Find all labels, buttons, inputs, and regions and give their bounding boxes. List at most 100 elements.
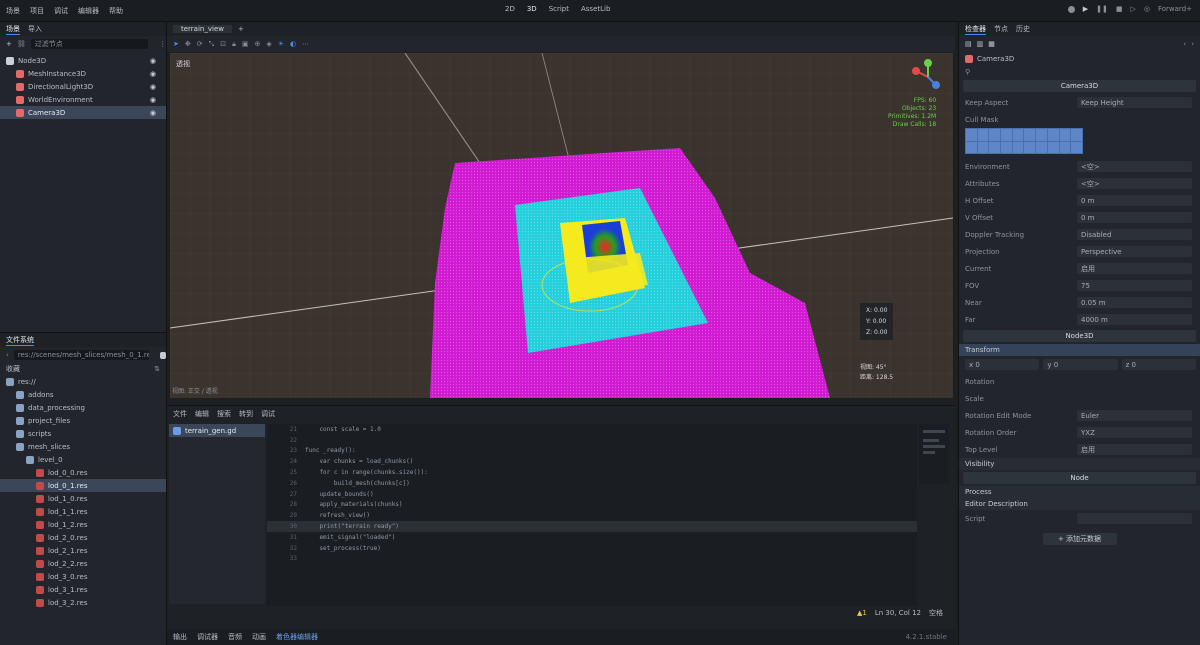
code-line[interactable]: 22 (267, 435, 917, 446)
property-value[interactable]: Disabled (1077, 229, 1192, 240)
property-value[interactable]: 启用 (1077, 263, 1192, 274)
scale-tool-icon[interactable]: ⤡ (209, 40, 215, 49)
property-value[interactable]: 75 (1077, 280, 1192, 291)
cull-mask-layer[interactable] (1071, 141, 1082, 153)
inspector-filter-icon[interactable]: ⚲ (965, 68, 970, 76)
script-menu-item[interactable]: 搜索 (217, 409, 231, 419)
script-resource-picker[interactable] (1077, 513, 1192, 524)
search-icon[interactable] (1067, 5, 1075, 13)
cull-mask-layer[interactable] (1024, 129, 1036, 141)
favorites-label[interactable]: 收藏 (6, 364, 20, 374)
cull-mask-layer[interactable] (1036, 129, 1047, 141)
split-view-icon[interactable] (160, 351, 166, 359)
process-subsection[interactable]: Process (959, 486, 1200, 498)
visibility-eye-icon[interactable]: ◉ (150, 83, 156, 91)
file-item[interactable]: lod_2_2.res (0, 557, 166, 570)
inspector-tab[interactable]: 节点 (994, 24, 1008, 34)
code-line[interactable]: 23 func _ready(): (267, 446, 917, 457)
menu-item-1[interactable]: 项目 (30, 6, 44, 16)
code-line[interactable]: 27 update_bounds() (267, 489, 917, 500)
folder-item[interactable]: res:// (0, 375, 166, 388)
scene-dock-tab-0[interactable]: 场景 (6, 24, 20, 35)
renderer-label[interactable]: Forward+ (1158, 5, 1192, 13)
3d-viewport[interactable]: 透视 FPS: 60 Objects: 23 Primitives: 1.2M Dra… (170, 53, 953, 398)
sort-icon[interactable]: ⇅ (154, 365, 160, 373)
cull-mask-layer[interactable] (1012, 141, 1024, 153)
bottom-tab[interactable]: 音频 (228, 632, 242, 642)
script-menu-item[interactable]: 调试 (261, 409, 275, 419)
workspace-tab-0[interactable]: 2D (505, 5, 515, 13)
workspace-tab-2[interactable]: Script (549, 5, 569, 13)
local-space-icon[interactable]: ◈ (266, 40, 271, 48)
code-editor[interactable]: 21 const scale = 1.0 22 23 func _ready(): 24… (267, 424, 917, 606)
visibility-eye-icon[interactable]: ◉ (150, 57, 156, 65)
property-value[interactable]: 0 m (1077, 195, 1192, 206)
add-scene-tab-button[interactable]: + (238, 25, 244, 33)
cull-mask-layer[interactable] (977, 141, 989, 153)
bottom-tab[interactable]: 调试器 (197, 632, 218, 642)
lock-icon[interactable]: 🔒︎ (232, 40, 236, 49)
scene-tab[interactable]: terrain_view (173, 25, 232, 33)
move-tool-icon[interactable]: ✥ (185, 40, 191, 48)
bottom-tab[interactable]: 输出 (173, 632, 187, 642)
cull-mask-layer[interactable] (1036, 141, 1047, 153)
cull-mask-layer[interactable] (1012, 129, 1024, 141)
environment-icon[interactable]: ◐ (290, 40, 296, 48)
filesystem-path-input[interactable]: res://scenes/mesh_slices/mesh_0_1.res (13, 350, 149, 360)
code-line[interactable]: 21 const scale = 1.0 (267, 424, 917, 435)
inspected-node-row[interactable]: Camera3D (959, 52, 1200, 65)
position-field[interactable]: y 0 (1043, 359, 1118, 370)
inspector-tab[interactable]: 检查器 (965, 24, 986, 35)
add-node-icon[interactable]: + (6, 40, 12, 48)
history-forward-icon[interactable]: › (1191, 40, 1194, 48)
new-resource-icon[interactable]: ▤ (965, 40, 972, 48)
link-icon[interactable]: ⛓ (17, 40, 26, 48)
node-section-header[interactable]: Node (963, 472, 1196, 484)
code-line[interactable]: 29 refresh_view() (267, 510, 917, 521)
scene-dock-tab-1[interactable]: 导入 (28, 24, 42, 34)
folder-item[interactable]: scripts (0, 427, 166, 440)
code-line[interactable]: 28 apply_materials(chunks) (267, 500, 917, 511)
keep-aspect-dropdown[interactable]: Keep Height (1077, 97, 1192, 108)
open-script-item[interactable]: terrain_gen.gd (169, 424, 265, 437)
file-item[interactable]: lod_1_1.res (0, 505, 166, 518)
menu-item-4[interactable]: 帮助 (109, 6, 123, 16)
file-item[interactable]: lod_0_1.res (0, 479, 166, 492)
cull-mask-layer[interactable] (1047, 129, 1059, 141)
cull-mask-layer[interactable] (966, 129, 977, 141)
scene-tree-item[interactable]: MeshInstance3D ◉ (0, 67, 166, 80)
top-level-checkbox[interactable]: 启用 (1077, 444, 1192, 455)
camera3d-section-header[interactable]: Camera3D (963, 80, 1196, 92)
position-field[interactable]: x 0 (965, 359, 1040, 370)
inspector-tab[interactable]: 历史 (1016, 24, 1030, 34)
back-icon[interactable]: ‹ (6, 351, 9, 359)
code-line[interactable]: 33 (267, 554, 917, 565)
file-item[interactable]: lod_2_1.res (0, 544, 166, 557)
cull-mask-layer[interactable] (1001, 129, 1012, 141)
file-item[interactable]: lod_3_1.res (0, 583, 166, 596)
history-back-icon[interactable]: ‹ (1183, 40, 1186, 48)
code-line[interactable]: 24 var chunks = load_chunks() (267, 456, 917, 467)
sun-icon[interactable]: ☀ (278, 40, 284, 48)
menu-item-0[interactable]: 场景 (6, 6, 20, 16)
visibility-eye-icon[interactable]: ◉ (150, 109, 156, 117)
folder-item[interactable]: project_files (0, 414, 166, 427)
bottom-tab[interactable]: 动画 (252, 632, 266, 642)
scene-tree-item[interactable]: Node3D ◉ (0, 54, 166, 67)
property-value[interactable]: <空> (1077, 178, 1192, 189)
folder-item[interactable]: mesh_slices (0, 440, 166, 453)
scene-tree-item[interactable]: WorldEnvironment ◉ (0, 93, 166, 106)
property-value[interactable]: Perspective (1077, 246, 1192, 257)
visibility-subsection[interactable]: Visibility (959, 458, 1200, 470)
property-value[interactable]: 0 m (1077, 212, 1192, 223)
scene-options-icon[interactable]: ⋮ (159, 40, 166, 48)
cull-mask-layer[interactable] (1059, 141, 1071, 153)
file-item[interactable]: lod_3_0.res (0, 570, 166, 583)
scene-tree-item[interactable]: Camera3D ◉ (0, 106, 166, 119)
cull-mask-layer[interactable] (989, 129, 1001, 141)
cull-mask-layer[interactable] (1071, 129, 1082, 141)
view-menu-icon[interactable]: ⋯ (302, 40, 309, 48)
scene-tree-item[interactable]: DirectionalLight3D ◉ (0, 80, 166, 93)
visibility-eye-icon[interactable]: ◉ (150, 70, 156, 78)
script-menu-item[interactable]: 转到 (239, 409, 253, 419)
